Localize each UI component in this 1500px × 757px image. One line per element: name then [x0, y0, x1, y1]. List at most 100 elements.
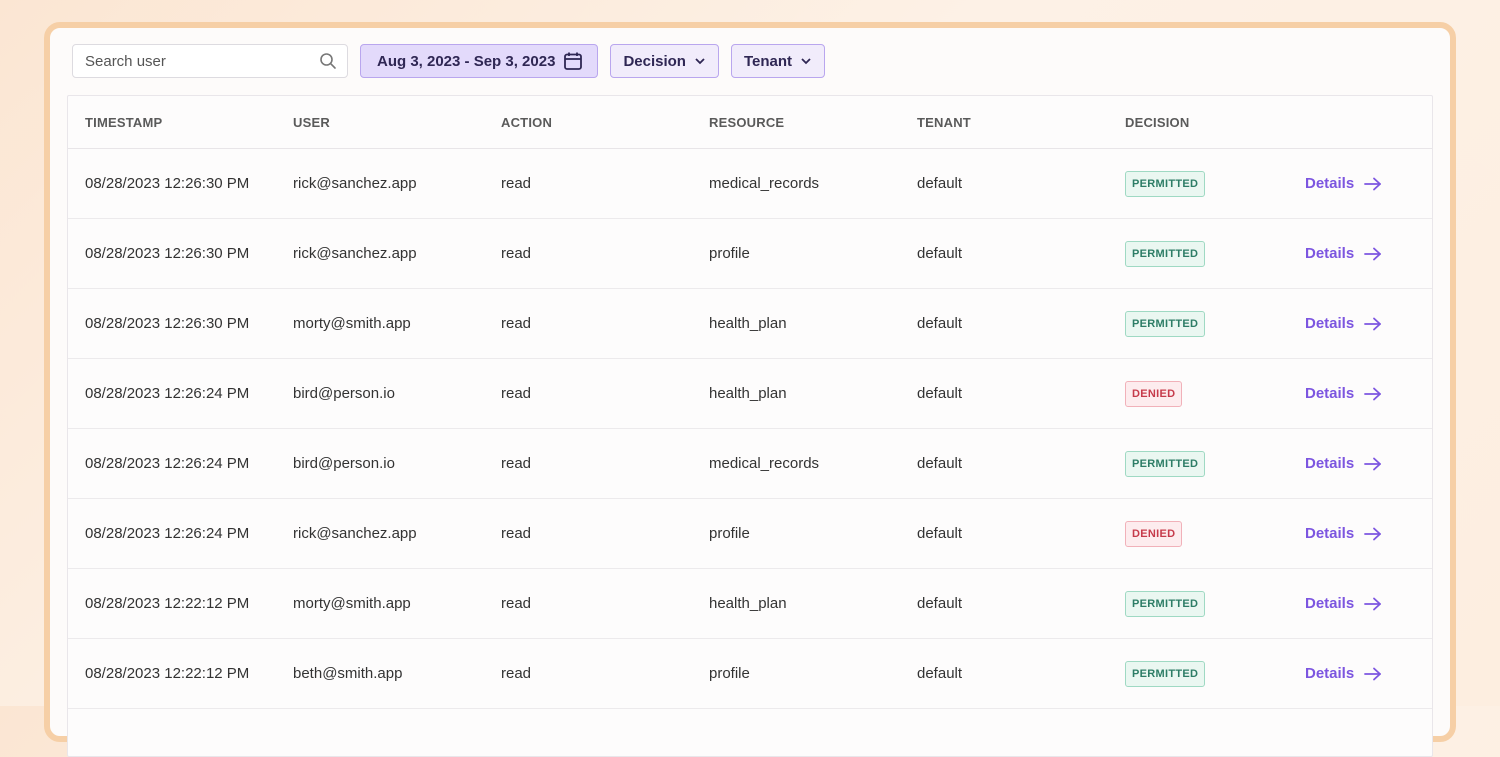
tenant-cell: default — [900, 638, 1108, 709]
search-input[interactable] — [83, 51, 319, 71]
resource-cell: profile — [692, 218, 900, 289]
user-cell: bird@person.io — [276, 358, 484, 429]
resource-cell: health_plan — [692, 568, 900, 639]
decision-badge: PERMITTED — [1125, 590, 1206, 617]
details-cell: Details — [1288, 568, 1432, 639]
details-link[interactable]: Details — [1305, 455, 1382, 472]
timestamp-cell: 08/28/2023 12:26:24 PM — [68, 428, 276, 499]
details-link[interactable]: Details — [1305, 315, 1382, 332]
decision-cell: PERMITTED — [1108, 288, 1288, 359]
details-cell: Details — [1288, 218, 1432, 289]
decision-cell: PERMITTED — [1108, 218, 1288, 289]
tenant-filter-button[interactable]: Tenant — [730, 44, 826, 78]
arrow-right-icon — [1364, 597, 1382, 611]
decision-badge: DENIED — [1125, 380, 1183, 407]
action-cell: read — [484, 148, 692, 219]
arrow-right-icon — [1364, 667, 1382, 681]
details-link[interactable]: Details — [1305, 175, 1382, 192]
arrow-right-icon — [1364, 317, 1382, 331]
column-header-timestamp[interactable]: TIMESTAMP — [68, 96, 276, 149]
timestamp-cell: 08/28/2023 12:26:30 PM — [68, 288, 276, 359]
timestamp-cell: 08/28/2023 12:26:30 PM — [68, 218, 276, 289]
calendar-icon — [563, 51, 583, 71]
details-cell: Details — [1288, 358, 1432, 429]
column-header-tenant[interactable]: TENANT — [900, 96, 1108, 149]
table-row[interactable]: 08/28/2023 12:26:24 PM bird@person.io read… — [68, 428, 1432, 499]
action-cell: read — [484, 218, 692, 289]
resource-cell: profile — [692, 638, 900, 709]
details-link[interactable]: Details — [1305, 245, 1382, 262]
decision-cell: DENIED — [1108, 358, 1288, 429]
table-row[interactable]: 08/28/2023 12:22:12 PM beth@smith.app read… — [68, 638, 1432, 709]
table-header-row: TIMESTAMP USER ACTION RESOURCE TENANT DE… — [68, 96, 1432, 149]
column-header-user[interactable]: USER — [276, 96, 484, 149]
table-row[interactable]: 08/28/2023 12:26:24 PM bird@person.io read… — [68, 358, 1432, 429]
details-link[interactable]: Details — [1305, 665, 1382, 682]
user-cell: rick@sanchez.app — [276, 218, 484, 289]
decision-badge: PERMITTED — [1125, 310, 1206, 337]
decision-badge: PERMITTED — [1125, 240, 1206, 267]
decision-cell: PERMITTED — [1108, 428, 1288, 499]
user-cell: beth@smith.app — [276, 638, 484, 709]
timestamp-cell: 08/28/2023 12:26:24 PM — [68, 498, 276, 569]
action-cell: read — [484, 638, 692, 709]
decision-filter-label: Decision — [623, 52, 686, 70]
tenant-filter-label: Tenant — [743, 52, 793, 70]
details-label: Details — [1305, 525, 1355, 542]
arrow-right-icon — [1364, 247, 1382, 261]
action-cell: read — [484, 568, 692, 639]
resource-cell: health_plan — [692, 288, 900, 359]
column-header-resource[interactable]: RESOURCE — [692, 96, 900, 149]
table-row[interactable]: 08/28/2023 12:22:12 PM morty@smith.app rea… — [68, 568, 1432, 639]
tenant-cell: default — [900, 428, 1108, 499]
details-link[interactable]: Details — [1305, 595, 1382, 612]
search-box[interactable] — [72, 44, 348, 78]
timestamp-cell: 08/28/2023 12:26:24 PM — [68, 358, 276, 429]
column-header-decision[interactable]: DECISION — [1108, 96, 1288, 149]
column-header-action[interactable]: ACTION — [484, 96, 692, 149]
filter-toolbar: Aug 3, 2023 - Sep 3, 2023 Decision Tenan… — [72, 43, 826, 79]
arrow-right-icon — [1364, 387, 1382, 401]
table-row[interactable]: 08/28/2023 12:26:30 PM morty@smith.app rea… — [68, 288, 1432, 359]
details-cell: Details — [1288, 288, 1432, 359]
audit-log-table-card: TIMESTAMP USER ACTION RESOURCE TENANT DE… — [67, 95, 1433, 757]
action-cell: read — [484, 358, 692, 429]
resource-cell: health_plan — [692, 358, 900, 429]
table-row[interactable]: 08/28/2023 12:26:30 PM rick@sanchez.app re… — [68, 218, 1432, 289]
decision-badge: PERMITTED — [1125, 450, 1206, 477]
details-label: Details — [1305, 665, 1355, 682]
details-link[interactable]: Details — [1305, 525, 1382, 542]
action-cell: read — [484, 428, 692, 499]
tenant-cell: default — [900, 358, 1108, 429]
user-cell: morty@smith.app — [276, 288, 484, 359]
details-label: Details — [1305, 455, 1355, 472]
decision-cell: PERMITTED — [1108, 638, 1288, 709]
timestamp-cell: 08/28/2023 12:22:12 PM — [68, 638, 276, 709]
details-label: Details — [1305, 245, 1355, 262]
arrow-right-icon — [1364, 527, 1382, 541]
user-cell: rick@sanchez.app — [276, 498, 484, 569]
details-cell: Details — [1288, 428, 1432, 499]
details-label: Details — [1305, 315, 1355, 332]
column-header-actions — [1288, 96, 1432, 149]
resource-cell: medical_records — [692, 428, 900, 499]
decision-badge: PERMITTED — [1125, 660, 1206, 687]
decision-badge: DENIED — [1125, 520, 1183, 547]
details-link[interactable]: Details — [1305, 385, 1382, 402]
chevron-down-icon — [800, 55, 812, 67]
action-cell: read — [484, 288, 692, 359]
decision-cell: PERMITTED — [1108, 148, 1288, 219]
timestamp-cell: 08/28/2023 12:22:12 PM — [68, 568, 276, 639]
details-cell: Details — [1288, 148, 1432, 219]
table-row[interactable]: 08/28/2023 12:26:30 PM rick@sanchez.app re… — [68, 148, 1432, 219]
tenant-cell: default — [900, 218, 1108, 289]
tenant-cell: default — [900, 148, 1108, 219]
user-cell: morty@smith.app — [276, 568, 484, 639]
search-icon[interactable] — [319, 52, 337, 70]
details-cell: Details — [1288, 498, 1432, 569]
tenant-cell: default — [900, 568, 1108, 639]
table-row[interactable]: 08/28/2023 12:26:24 PM rick@sanchez.app re… — [68, 498, 1432, 569]
decision-filter-button[interactable]: Decision — [610, 44, 719, 78]
date-range-button[interactable]: Aug 3, 2023 - Sep 3, 2023 — [360, 44, 599, 78]
details-label: Details — [1305, 595, 1355, 612]
